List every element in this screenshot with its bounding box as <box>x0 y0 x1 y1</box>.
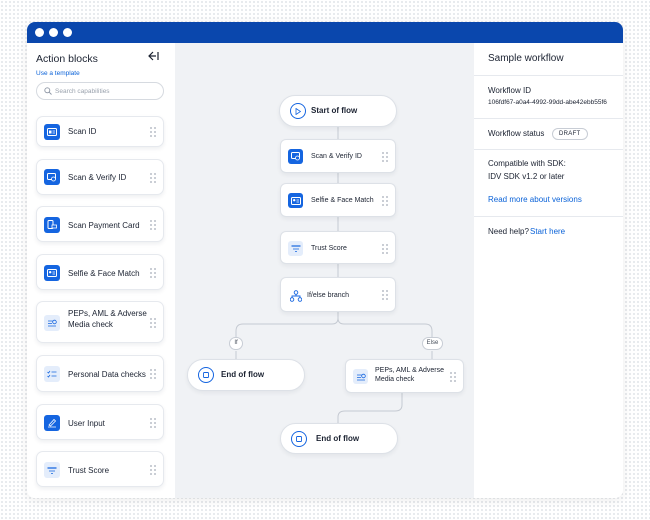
drag-handle-icon[interactable] <box>150 418 156 428</box>
selfie-icon <box>288 193 303 208</box>
payment-card-icon <box>44 217 60 233</box>
drag-handle-icon[interactable] <box>450 372 456 382</box>
block-peps-aml-check[interactable]: PEPs, AML & Adverse Media check <box>36 301 164 343</box>
window-control-dot[interactable] <box>63 28 72 37</box>
selfie-icon <box>44 265 60 281</box>
workflow-status-label: Workflow status <box>488 129 545 138</box>
drag-handle-icon[interactable] <box>150 173 156 183</box>
node-label: Start of flow <box>311 106 358 115</box>
trust-score-icon <box>44 462 60 478</box>
workflow-id-value: 106fdf67-a0a4-4992-99dd-abe42ebb55f6 <box>488 99 607 106</box>
divider <box>474 118 623 119</box>
end-of-flow-node[interactable]: End of flow <box>280 423 398 454</box>
node-label: PEPs, AML & Adverse Media check <box>375 367 444 384</box>
action-blocks-sidebar: Action blocks Use a template Scan ID Sca… <box>27 43 175 498</box>
drag-handle-icon[interactable] <box>150 127 156 137</box>
flow-step-scan-verify-id[interactable]: Scan & Verify ID <box>280 139 396 173</box>
divider <box>474 216 623 217</box>
window-control-dot[interactable] <box>49 28 58 37</box>
block-label: Scan & Verify ID <box>68 173 127 182</box>
search-input[interactable] <box>55 85 159 97</box>
id-verify-icon <box>44 169 60 185</box>
end-of-flow-node[interactable]: End of flow <box>187 359 305 391</box>
node-label: Trust Score <box>311 245 347 252</box>
node-label: Selfie & Face Match <box>311 197 374 204</box>
drag-handle-icon[interactable] <box>150 268 156 278</box>
workflow-details-panel: Sample workflow Workflow ID 106fdf67-a0a… <box>474 43 623 498</box>
block-scan-payment-card[interactable]: Scan Payment Card <box>36 206 164 242</box>
start-of-flow-node[interactable]: Start of flow <box>279 95 397 127</box>
app-window: Action blocks Use a template Scan ID Sca… <box>27 22 623 498</box>
block-label: Scan ID <box>68 127 97 136</box>
divider <box>474 149 623 150</box>
user-input-icon <box>44 415 60 431</box>
id-card-icon <box>44 124 60 140</box>
drag-handle-icon[interactable] <box>382 290 388 300</box>
divider <box>474 75 623 76</box>
block-label: User Input <box>68 419 105 428</box>
drag-handle-icon[interactable] <box>382 244 388 254</box>
sdk-compat-value: IDV SDK v1.2 or later <box>488 172 565 181</box>
block-scan-id[interactable]: Scan ID <box>36 116 164 147</box>
sidebar-title: Action blocks <box>36 53 98 65</box>
play-icon <box>290 103 306 119</box>
aml-check-icon <box>44 315 60 331</box>
data-check-icon <box>44 366 60 382</box>
block-label: PEPs, AML & Adverse Media check <box>68 309 147 329</box>
flow-step-peps-aml-check[interactable]: PEPs, AML & Adverse Media check <box>345 359 464 393</box>
node-label: If/else branch <box>307 292 350 299</box>
else-tag: Else <box>422 337 443 350</box>
stop-icon <box>198 367 214 383</box>
drag-handle-icon[interactable] <box>150 318 156 328</box>
if-tag: If <box>229 337 243 350</box>
block-personal-data-checks[interactable]: Personal Data checks <box>36 355 164 392</box>
status-badge: DRAFT <box>552 128 588 140</box>
node-label: End of flow <box>316 434 360 443</box>
block-label: Personal Data checks <box>68 370 146 379</box>
drag-handle-icon[interactable] <box>150 465 156 475</box>
start-here-link[interactable]: Start here <box>530 227 565 236</box>
flow-canvas[interactable]: Start of flow Scan & Verify ID Selfie & … <box>175 43 474 498</box>
use-template-link[interactable]: Use a template <box>36 70 80 77</box>
stop-icon <box>291 431 307 447</box>
window-titlebar <box>27 22 623 43</box>
flow-step-selfie-face-match[interactable]: Selfie & Face Match <box>280 183 396 217</box>
search-box <box>36 82 164 100</box>
search-icon <box>44 87 52 95</box>
collapse-left-icon[interactable] <box>147 51 159 64</box>
help-label: Need help? <box>488 227 529 236</box>
trust-score-icon <box>288 241 303 256</box>
block-label: Trust Score <box>68 466 110 475</box>
workflow-id-label: Workflow ID <box>488 86 531 95</box>
drag-handle-icon[interactable] <box>382 196 388 206</box>
block-label: Scan Payment Card <box>68 221 140 230</box>
block-scan-verify-id[interactable]: Scan & Verify ID <box>36 159 164 195</box>
sdk-compat-label: Compatible with SDK: <box>488 159 566 168</box>
id-verify-icon <box>288 149 303 164</box>
flow-step-trust-score[interactable]: Trust Score <box>280 231 396 264</box>
drag-handle-icon[interactable] <box>382 152 388 162</box>
aml-check-icon <box>353 369 368 384</box>
node-label: End of flow <box>221 370 265 379</box>
branch-icon <box>289 289 303 307</box>
block-label: Selfie & Face Match <box>68 269 140 278</box>
node-label: Scan & Verify ID <box>311 153 362 160</box>
if-else-branch-node[interactable]: If/else branch <box>280 277 396 312</box>
panel-title: Sample workflow <box>488 53 564 64</box>
read-versions-link[interactable]: Read more about versions <box>488 195 582 204</box>
window-control-dot[interactable] <box>35 28 44 37</box>
block-trust-score[interactable]: Trust Score <box>36 451 164 487</box>
block-user-input[interactable]: User Input <box>36 404 164 440</box>
block-selfie-face-match[interactable]: Selfie & Face Match <box>36 254 164 290</box>
drag-handle-icon[interactable] <box>150 220 156 230</box>
drag-handle-icon[interactable] <box>150 369 156 379</box>
